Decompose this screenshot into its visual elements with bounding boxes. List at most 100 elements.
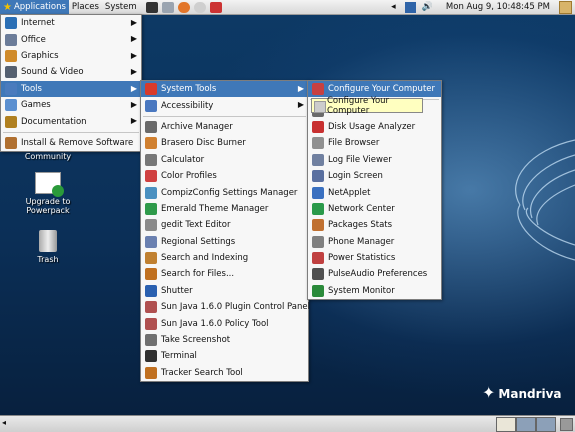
menu-item-graphics[interactable]: Graphics ▶ <box>1 48 141 64</box>
menu-item-power-statistics[interactable]: Power Statistics <box>308 250 441 266</box>
log-viewer-icon <box>312 153 324 166</box>
menu-item-games[interactable]: Games ▶ <box>1 97 141 113</box>
menu-item-phone-manager[interactable]: Phone Manager <box>308 234 441 250</box>
java-policy-icon <box>145 317 157 330</box>
search-indexing-icon <box>145 252 157 265</box>
menu-item-terminal[interactable]: Terminal <box>141 348 308 364</box>
login-screen-icon <box>312 170 324 183</box>
desktop-icon-trash[interactable]: Trash <box>8 230 88 264</box>
menu-item-regional-settings[interactable]: Regional Settings <box>141 234 308 250</box>
trash-icon <box>39 230 57 252</box>
brasero-icon <box>145 137 157 150</box>
gedit-icon <box>145 219 157 232</box>
menu-item-disk-usage-analyzer[interactable]: Disk Usage Analyzer <box>308 119 441 135</box>
menu-item-search-and-indexing-label: Search and Indexing <box>161 253 249 264</box>
menu-item-log-file-viewer[interactable]: Log File Viewer <box>308 152 441 168</box>
menu-item-packages-stats[interactable]: Packages Stats <box>308 217 441 233</box>
menu-item-take-screenshot-label: Take Screenshot <box>161 335 231 346</box>
compizconfig-icon <box>145 186 157 199</box>
menu-item-pulseaudio-preferences[interactable]: PulseAudio Preferences <box>308 266 441 282</box>
menu-item-search-and-indexing[interactable]: Search and Indexing <box>141 250 308 266</box>
trash-applet-icon[interactable] <box>560 418 573 431</box>
firefox-launcher-icon[interactable] <box>177 1 190 13</box>
menu-item-calculator[interactable]: Calculator <box>141 152 308 168</box>
office-icon <box>5 33 17 46</box>
desktop-icon-upgrade-powerpack[interactable]: Upgrade to Powerpack <box>8 172 88 215</box>
workspace-2[interactable] <box>516 417 536 432</box>
panel-arrow-icon[interactable]: ◂ <box>2 418 6 427</box>
menu-item-sound-video[interactable]: Sound & Video ▶ <box>1 64 141 80</box>
applications-menu-button[interactable]: ★ Applications <box>0 0 69 14</box>
menu-item-games-label: Games <box>21 100 51 111</box>
file-browser-icon <box>312 137 324 150</box>
configure-computer-icon <box>312 83 324 96</box>
system-tools-icon <box>145 83 157 96</box>
wallpaper-swirl <box>515 139 575 261</box>
menu-item-internet[interactable]: Internet ▶ <box>1 15 141 31</box>
applications-menu-label: Applications <box>13 2 66 12</box>
menu-item-tracker-search-tool-label: Tracker Search Tool <box>161 367 243 378</box>
desktop-icon-community[interactable]: Community <box>8 152 88 161</box>
menu-item-gedit-text-editor[interactable]: gedit Text Editor <box>141 217 308 233</box>
menu-item-color-profiles-label: Color Profiles <box>161 171 217 182</box>
emerald-icon <box>145 202 157 215</box>
chevron-right-icon: ▶ <box>130 50 137 60</box>
menu-item-tracker-search-tool[interactable]: Tracker Search Tool <box>141 365 308 381</box>
workspace-3[interactable] <box>536 417 556 432</box>
menu-item-office[interactable]: Office ▶ <box>1 31 141 47</box>
globe-icon <box>5 17 17 30</box>
top-panel: ★ Applications Places System ◂ 🔊 Mon Aug… <box>0 0 575 15</box>
show-desktop-icon[interactable] <box>559 0 572 14</box>
menu-separator <box>3 131 139 133</box>
menu-item-emerald-theme-manager[interactable]: Emerald Theme Manager <box>141 201 308 217</box>
menu-item-netapplet[interactable]: NetApplet <box>308 184 441 200</box>
menu-item-configure-your-computer-label: Configure Your Computer <box>328 84 436 95</box>
menu-item-phone-manager-label: Phone Manager <box>328 236 395 247</box>
menu-item-system-monitor-label: System Monitor <box>328 285 395 296</box>
tooltip: Configure Your Computer <box>311 96 423 116</box>
menu-item-shutter[interactable]: Shutter <box>141 283 308 299</box>
menu-item-login-screen[interactable]: Login Screen <box>308 168 441 184</box>
menu-item-system-tools[interactable]: System Tools ▶ <box>141 81 308 98</box>
menu-item-documentation-label: Documentation <box>21 116 87 127</box>
menu-item-sound-video-label: Sound & Video <box>21 67 84 78</box>
menu-item-archive-manager[interactable]: Archive Manager <box>141 119 308 135</box>
menu-item-brasero-disc-burner[interactable]: Brasero Disc Burner <box>141 135 308 151</box>
menu-item-take-screenshot[interactable]: Take Screenshot <box>141 332 308 348</box>
screenshot-launcher-icon[interactable] <box>209 1 222 13</box>
workspace-1[interactable] <box>496 417 516 432</box>
chevron-right-icon: ▶ <box>297 84 304 93</box>
bottom-panel: ◂ <box>0 415 575 432</box>
applications-star-icon: ★ <box>3 1 12 13</box>
menu-item-accessibility[interactable]: Accessibility ▶ <box>141 97 308 113</box>
network-status-icon[interactable] <box>404 1 416 13</box>
network-center-icon <box>312 202 324 215</box>
menu-item-graphics-label: Graphics <box>21 50 59 61</box>
menu-item-sun-java-1-6-0-plugin-control-panel[interactable]: Sun Java 1.6.0 Plugin Control Panel <box>141 299 310 315</box>
terminal-launcher-icon[interactable] <box>145 1 158 13</box>
install-remove-icon <box>5 136 17 149</box>
places-menu-button[interactable]: Places <box>69 0 102 14</box>
mandriva-logo: ✦ Mandriva <box>482 383 562 402</box>
menu-item-install-remove-software[interactable]: Install & Remove Software <box>1 135 141 151</box>
desktop-icon-label: Upgrade to Powerpack <box>25 197 71 215</box>
menu-item-network-center[interactable]: Network Center <box>308 201 441 217</box>
tray-arrow-icon[interactable]: ◂ <box>388 2 399 13</box>
clock[interactable]: Mon Aug 9, 10:48:45 PM <box>446 2 550 12</box>
menu-item-color-profiles[interactable]: Color Profiles <box>141 168 308 184</box>
sound-video-icon <box>5 66 17 79</box>
menu-item-pulseaudio-preferences-label: PulseAudio Preferences <box>328 269 428 280</box>
menu-item-emerald-theme-manager-label: Emerald Theme Manager <box>161 203 269 214</box>
volume-icon[interactable]: 🔊 <box>422 2 433 13</box>
menu-item-compizconfig-settings-manager[interactable]: CompizConfig Settings Manager <box>141 184 308 200</box>
menu-item-search-for-files[interactable]: Search for Files... <box>141 266 308 282</box>
menu-item-system-monitor[interactable]: System Monitor <box>308 283 441 299</box>
gimp-launcher-icon[interactable] <box>193 1 206 13</box>
menu-item-tools[interactable]: Tools ▶ <box>1 80 141 97</box>
system-menu-button[interactable]: System <box>102 0 140 14</box>
menu-item-sun-java-1-6-0-policy-tool[interactable]: Sun Java 1.6.0 Policy Tool <box>141 315 308 331</box>
mandriva-star-icon: ✦ <box>482 383 496 402</box>
menu-item-documentation[interactable]: Documentation ▶ <box>1 113 141 129</box>
notes-launcher-icon[interactable] <box>161 1 174 13</box>
menu-item-file-browser[interactable]: File Browser <box>308 135 441 151</box>
